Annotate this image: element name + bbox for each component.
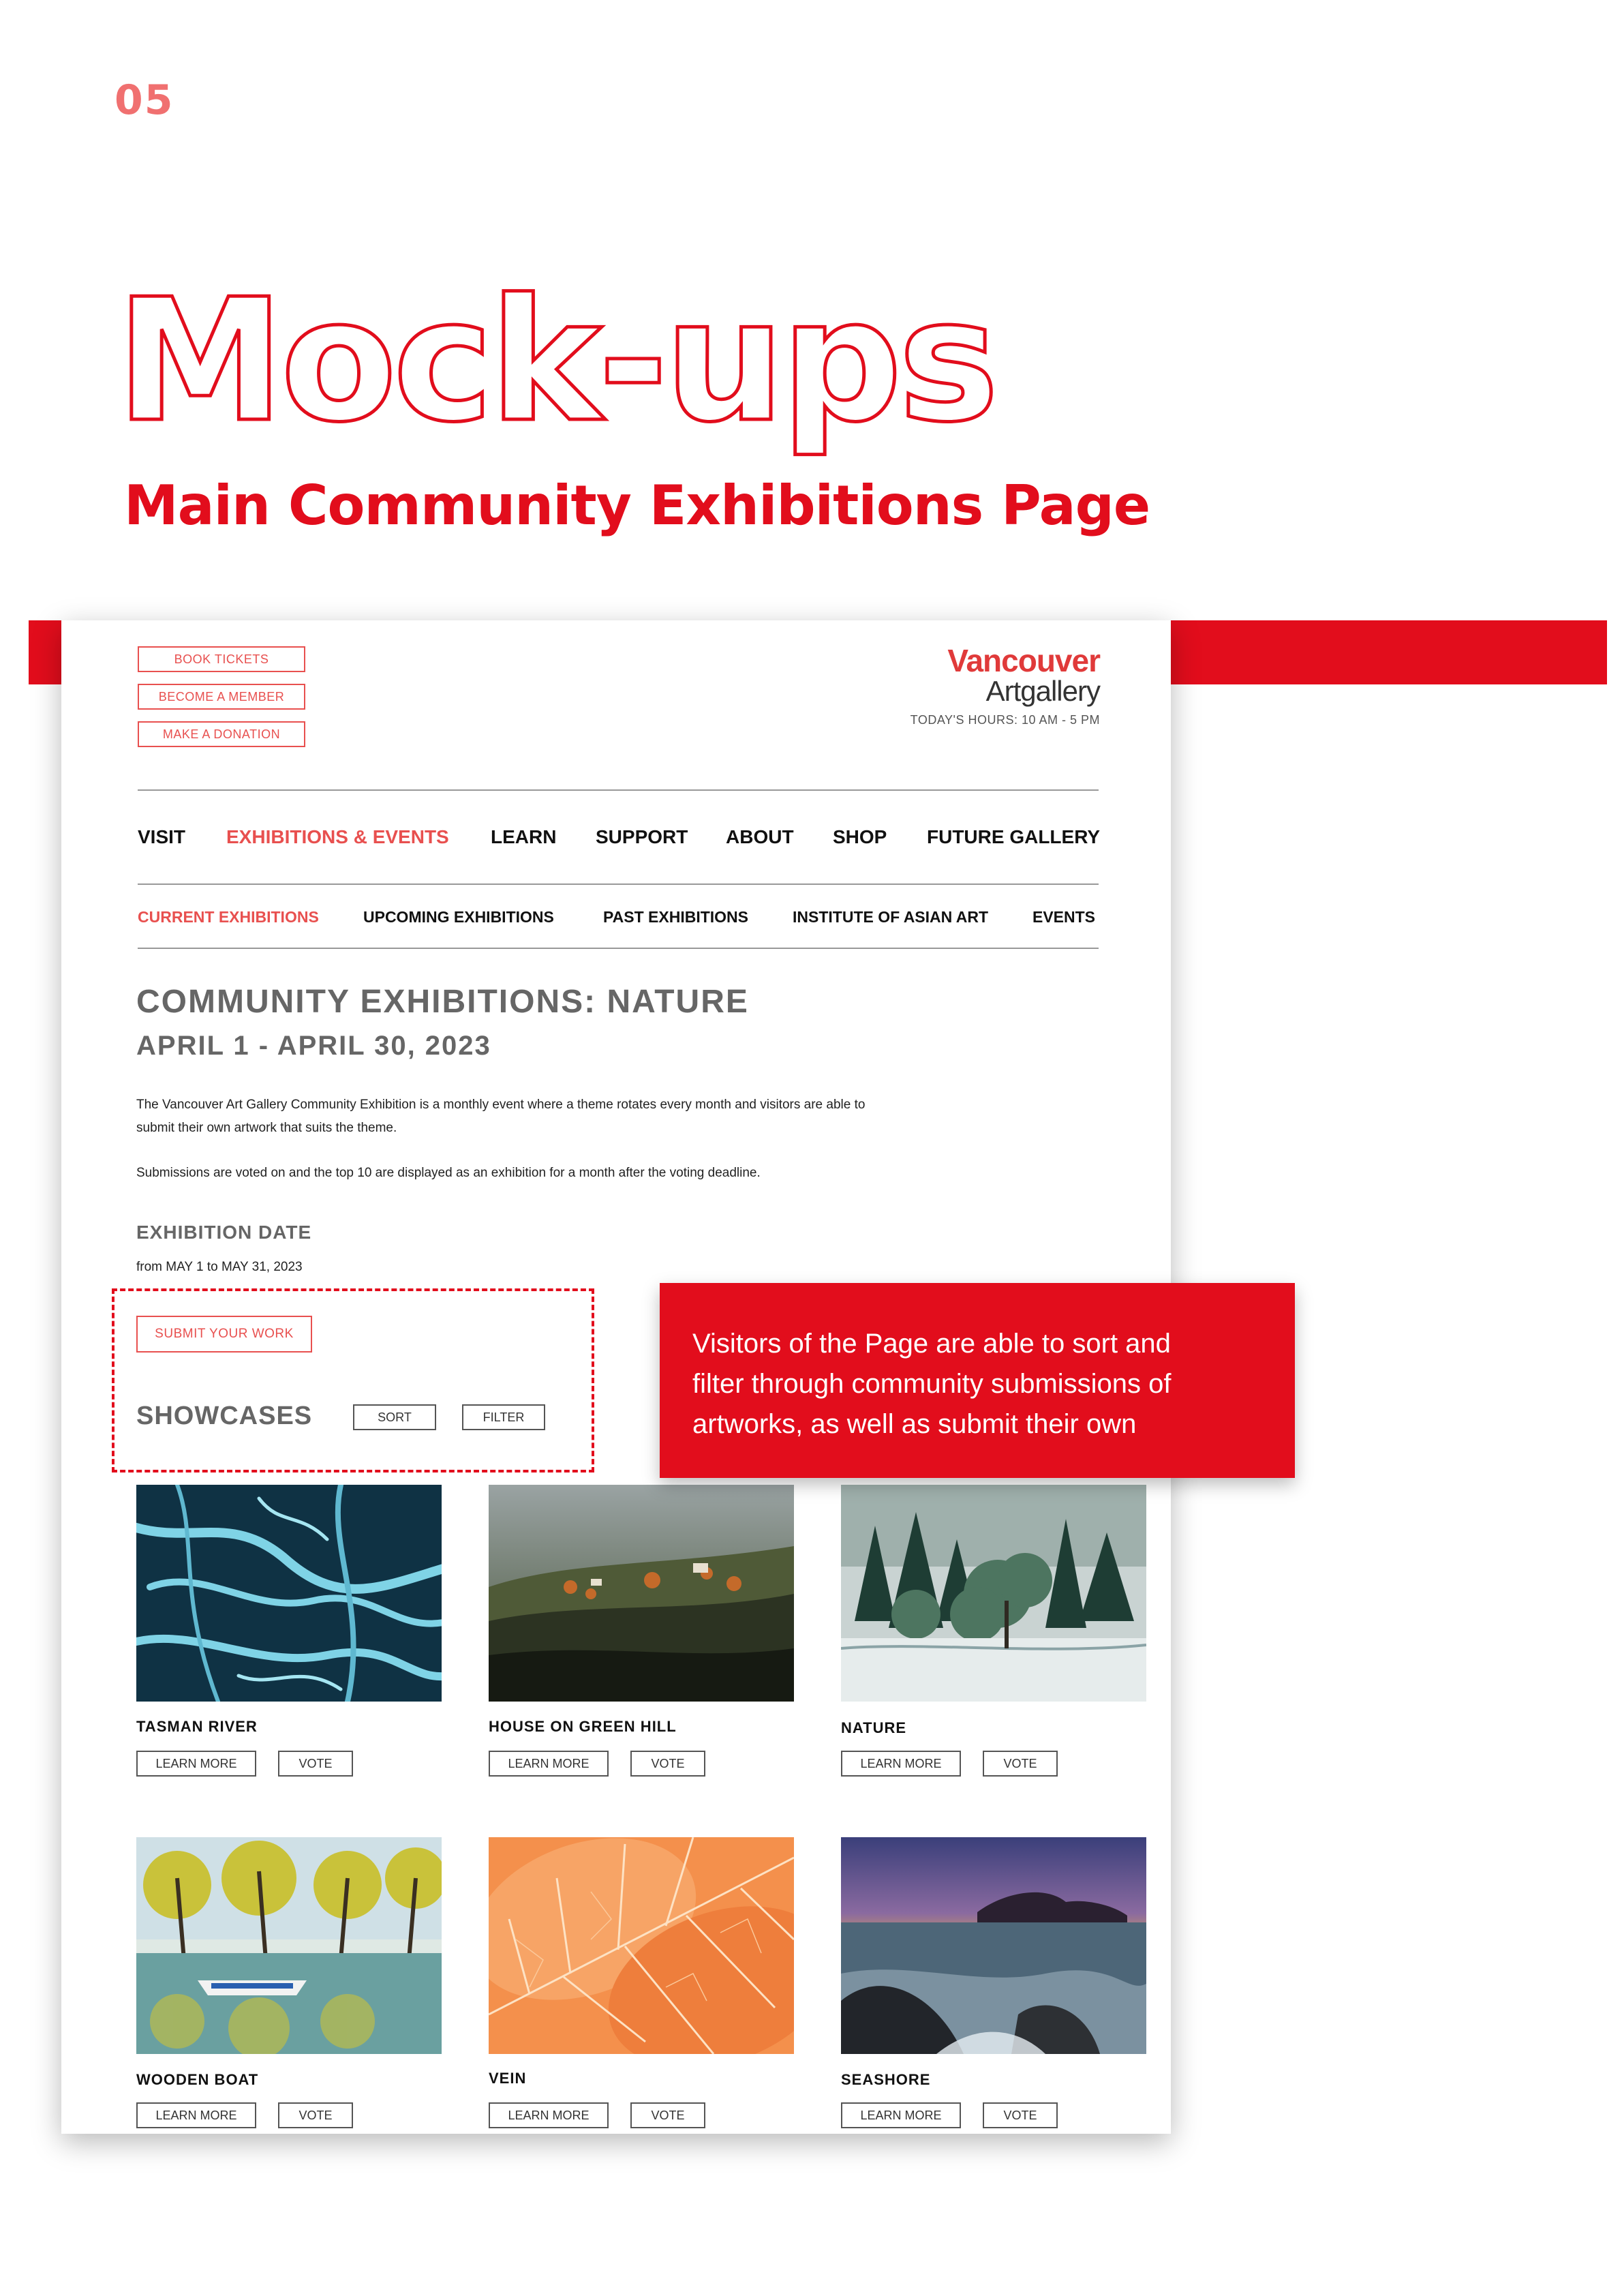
learn-more-button-4[interactable]: LEARN MORE — [136, 2102, 256, 2128]
artwork-title-1: TASMAN RIVER — [136, 1718, 258, 1735]
artwork-title-4: WOODEN BOAT — [136, 2071, 259, 2088]
artwork-image-house-on-green-hill[interactable] — [489, 1485, 794, 1702]
nav-shop[interactable]: SHOP — [833, 826, 887, 848]
callout-line-3: artworks, as well as submit their own — [692, 1409, 1137, 1439]
become-member-button[interactable]: BECOME A MEMBER — [138, 684, 305, 710]
exhibition-description-2: Submissions are voted on and the top 10 … — [136, 1166, 761, 1180]
learn-more-button-1[interactable]: LEARN MORE — [136, 1751, 256, 1777]
learn-more-button-6[interactable]: LEARN MORE — [841, 2102, 961, 2128]
make-donation-button[interactable]: MAKE A DONATION — [138, 721, 305, 747]
subnav-institute-asian-art[interactable]: INSTITUTE OF ASIAN ART — [793, 908, 988, 926]
artwork-image-nature[interactable] — [841, 1485, 1146, 1702]
artwork-image-seashore[interactable] — [841, 1837, 1146, 2054]
nav-divider-middle — [138, 883, 1099, 885]
subnav-past-exhibitions[interactable]: PAST EXHIBITIONS — [603, 908, 748, 926]
callout-line-2: filter through community submissions of — [692, 1369, 1172, 1399]
artwork-title-6: SEASHORE — [841, 2071, 931, 2088]
nav-about[interactable]: ABOUT — [726, 826, 794, 848]
vote-button-5[interactable]: VOTE — [630, 2102, 705, 2128]
gallery-logo[interactable]: Vancouver Artgallery — [947, 642, 1101, 708]
red-band-right — [1171, 620, 1607, 684]
exhibition-date-value: from MAY 1 to MAY 31, 2023 — [136, 1260, 303, 1274]
artwork-title-5: VEIN — [489, 2070, 527, 2087]
vote-button-3[interactable]: VOTE — [983, 1751, 1058, 1777]
nav-support[interactable]: SUPPORT — [596, 826, 688, 848]
page-subtitle: Main Community Exhibitions Page — [124, 474, 1150, 537]
page-title-text: Mock-ups — [116, 273, 995, 459]
vote-button-1[interactable]: VOTE — [278, 1751, 353, 1777]
learn-more-button-5[interactable]: LEARN MORE — [489, 2102, 609, 2128]
subnav-upcoming-exhibitions[interactable]: UPCOMING EXHIBITIONS — [363, 908, 554, 926]
description-line-1: The Vancouver Art Gallery Community Exhi… — [136, 1098, 866, 1112]
nav-exhibitions-events[interactable]: EXHIBITIONS & EVENTS — [226, 826, 449, 848]
subnav-divider — [138, 948, 1099, 949]
artwork-title-2: HOUSE ON GREEN HILL — [489, 1718, 677, 1735]
exhibition-heading: COMMUNITY EXHIBITIONS: NATURE — [136, 984, 749, 1020]
callout-line-1: Visitors of the Page are able to sort an… — [692, 1329, 1171, 1359]
subnav-current-exhibitions[interactable]: CURRENT EXHIBITIONS — [138, 908, 319, 926]
page-title: Mock-ups — [116, 273, 1001, 462]
nav-visit[interactable]: VISIT — [138, 826, 185, 848]
highlight-dashed-box — [112, 1288, 594, 1472]
artwork-image-tasman-river[interactable] — [136, 1485, 442, 1702]
exhibition-description-1: The Vancouver Art Gallery Community Exhi… — [136, 1093, 1022, 1140]
logo-line-1: Vancouver — [947, 643, 1101, 678]
nav-learn[interactable]: LEARN — [491, 826, 556, 848]
subnav-events[interactable]: EVENTS — [1032, 908, 1095, 926]
annotation-callout: Visitors of the Page are able to sort an… — [660, 1283, 1295, 1478]
exhibition-date-label: EXHIBITION DATE — [136, 1222, 312, 1243]
book-tickets-button[interactable]: BOOK TICKETS — [138, 646, 305, 672]
description-line-2: submit their own artwork that suits the … — [136, 1121, 397, 1135]
artwork-image-vein[interactable] — [489, 1837, 794, 2054]
vote-button-4[interactable]: VOTE — [278, 2102, 353, 2128]
vote-button-2[interactable]: VOTE — [630, 1751, 705, 1777]
artwork-title-3: NATURE — [841, 1719, 907, 1736]
nav-divider-top — [138, 789, 1099, 791]
logo-line-2: Artgallery — [985, 675, 1101, 707]
exhibition-dates: APRIL 1 - APRIL 30, 2023 — [136, 1031, 491, 1061]
todays-hours: TODAY'S HOURS: 10 AM - 5 PM — [910, 713, 1100, 727]
learn-more-button-2[interactable]: LEARN MORE — [489, 1751, 609, 1777]
artwork-image-wooden-boat[interactable] — [136, 1837, 442, 2054]
vote-button-6[interactable]: VOTE — [983, 2102, 1058, 2128]
page-number: 05 — [114, 76, 174, 124]
learn-more-button-3[interactable]: LEARN MORE — [841, 1751, 961, 1777]
nav-future-gallery[interactable]: FUTURE GALLERY — [927, 826, 1100, 848]
